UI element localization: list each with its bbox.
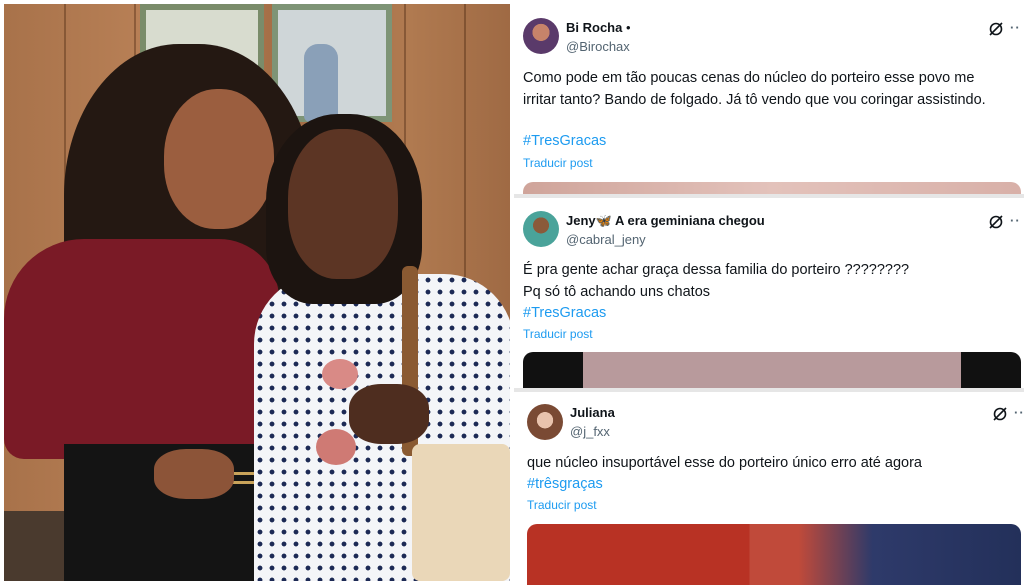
tweet-author-name[interactable]: Bi Rocha xyxy=(566,20,622,35)
more-icon[interactable]: ·· xyxy=(1014,405,1024,420)
hashtag-link[interactable]: #TresGracas xyxy=(523,305,606,321)
woman-left-red-top xyxy=(4,239,279,459)
vase xyxy=(304,44,338,122)
avatar[interactable] xyxy=(527,404,563,440)
tweet-card[interactable]: Jeny🦋 A era geminiana chegou @cabral_jen… xyxy=(514,198,1024,388)
tweet-author-name[interactable]: Juliana xyxy=(570,405,615,420)
hand xyxy=(349,384,429,444)
tweet-media-preview[interactable] xyxy=(523,352,1021,388)
more-icon[interactable]: ·· xyxy=(1010,20,1021,35)
hand xyxy=(154,449,234,499)
hashtag-link[interactable]: #TresGracas xyxy=(523,133,606,149)
tweet-media-preview[interactable] xyxy=(523,182,1021,194)
tweet-text-line: Pq só tô achando uns chatos xyxy=(523,284,711,300)
tweet-text-line: irritar tanto? Bando de folgado. Já tô v… xyxy=(523,92,986,108)
translate-post-link[interactable]: Traducir post xyxy=(523,156,593,170)
tweet-card[interactable]: Juliana @j_fxx ·· que núcleo insuportáve… xyxy=(514,392,1024,585)
grok-icon[interactable] xyxy=(988,214,1004,230)
tweets-column: Bi Rocha • @Birochax ·· Como pode em tão… xyxy=(514,0,1024,585)
woman-right-face xyxy=(288,129,398,279)
woman-left-face xyxy=(164,89,274,229)
tweet-handle[interactable]: @cabral_jeny xyxy=(566,232,646,247)
tweet-text-line: Como pode em tão poucas cenas do núcleo … xyxy=(523,70,975,86)
photo-two-women xyxy=(4,4,510,581)
translate-post-link[interactable]: Traducir post xyxy=(527,498,597,512)
blouse-flower xyxy=(316,429,356,465)
avatar[interactable] xyxy=(523,18,559,54)
tweet-handle[interactable]: @Birochax xyxy=(566,39,630,54)
blouse-flower xyxy=(322,359,358,389)
separator-dot: • xyxy=(626,20,631,35)
hashtag-link[interactable]: #trêsgraças xyxy=(527,476,603,492)
grok-icon[interactable] xyxy=(992,406,1008,422)
straw-bag xyxy=(412,444,510,581)
tweet-card[interactable]: Bi Rocha • @Birochax ·· Como pode em tão… xyxy=(514,0,1024,194)
tweet-author-name[interactable]: Jeny🦋 A era geminiana chegou xyxy=(566,213,765,229)
tweet-handle[interactable]: @j_fxx xyxy=(570,424,610,439)
avatar[interactable] xyxy=(523,211,559,247)
tweet-text-line: É pra gente achar graça dessa familia do… xyxy=(523,262,910,278)
grok-icon[interactable] xyxy=(988,21,1004,37)
tweet-media-preview[interactable] xyxy=(527,524,1021,585)
more-icon[interactable]: ·· xyxy=(1010,213,1021,228)
tweet-text-line: que núcleo insuportável esse do porteiro… xyxy=(527,455,922,471)
translate-post-link[interactable]: Traducir post xyxy=(523,327,593,341)
